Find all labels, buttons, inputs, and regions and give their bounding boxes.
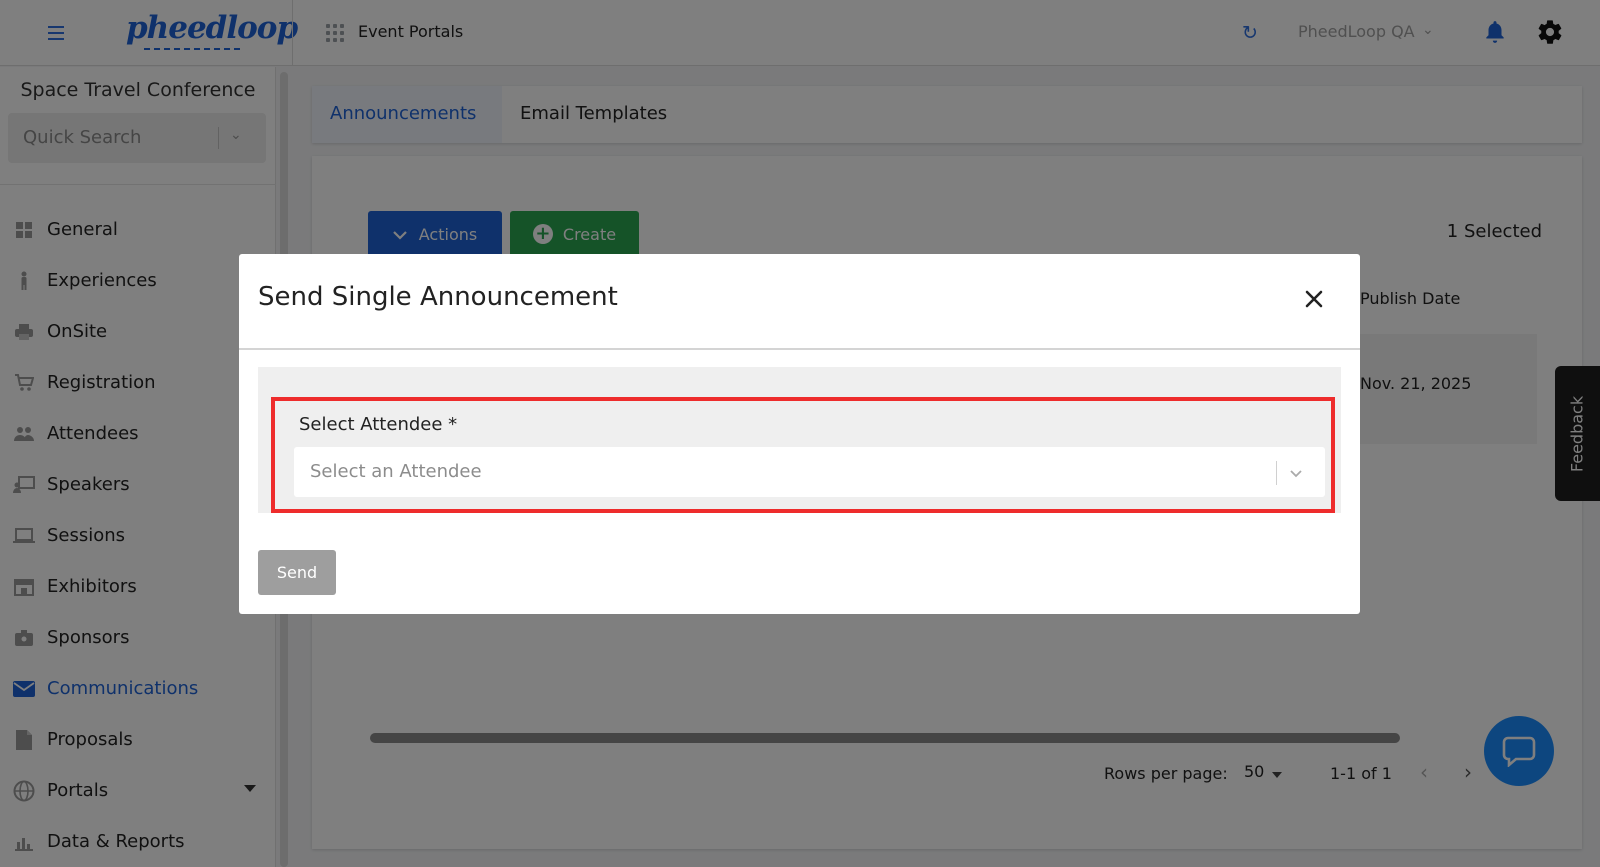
send-button[interactable]: Send — [258, 550, 336, 595]
chevron-down-icon[interactable] — [1286, 463, 1306, 483]
dialog-title: Send Single Announcement — [258, 282, 618, 312]
attendee-select-placeholder: Select an Attendee — [310, 461, 482, 482]
select-separator — [1276, 461, 1277, 485]
divider — [239, 348, 1360, 350]
close-icon[interactable] — [1299, 284, 1329, 314]
form-panel: Select Attendee * Select an Attendee — [258, 367, 1341, 513]
select-attendee-label: Select Attendee * — [299, 414, 458, 435]
attendee-select[interactable]: Select an Attendee — [294, 447, 1325, 497]
send-announcement-dialog: Send Single Announcement Select Attendee… — [239, 254, 1360, 614]
